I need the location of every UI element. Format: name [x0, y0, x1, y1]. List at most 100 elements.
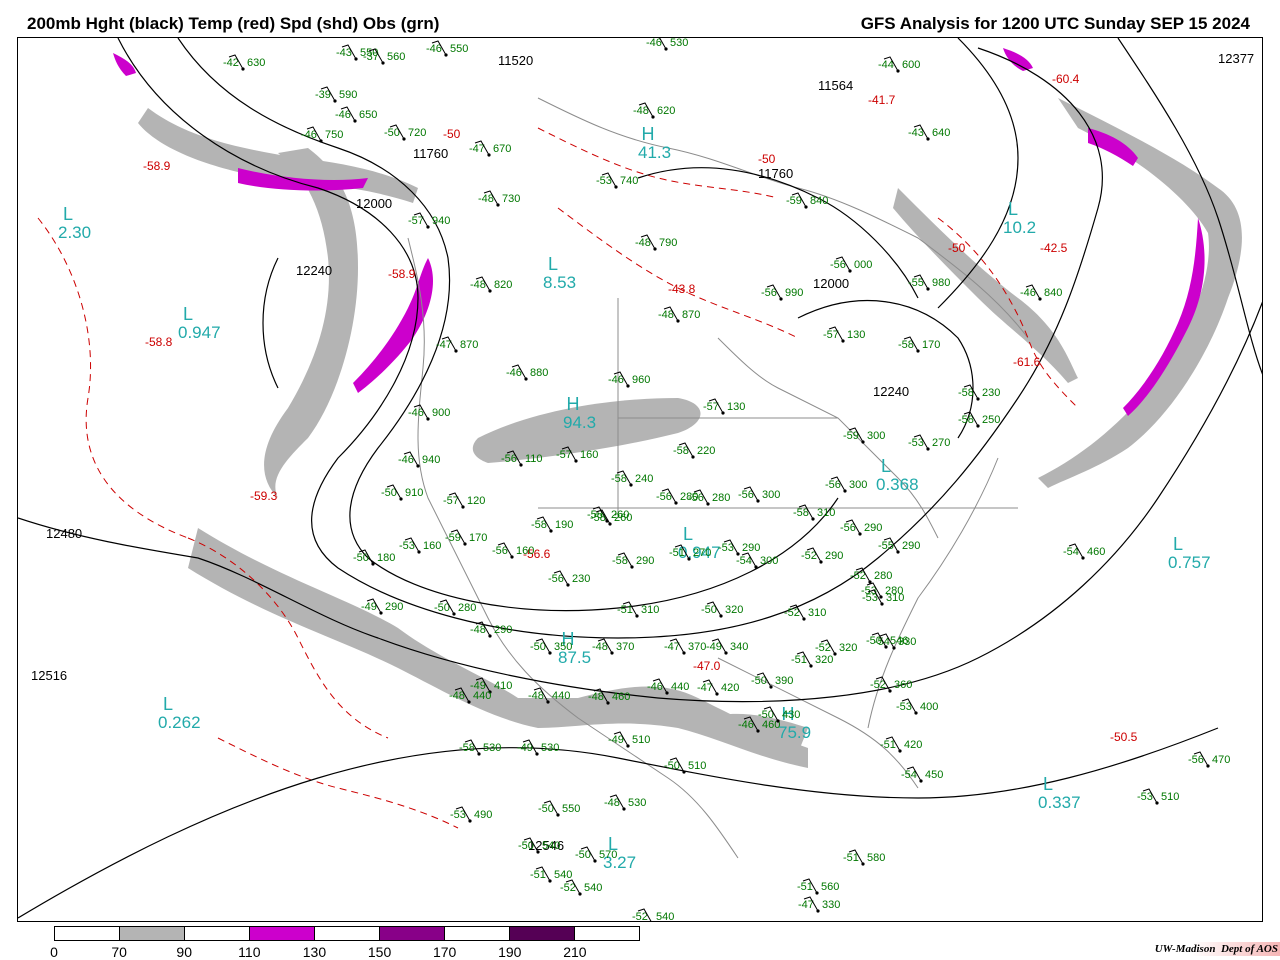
station-height: 420 — [721, 682, 739, 694]
station-height: 460 — [1087, 546, 1105, 558]
speed-center-value: 0.368 — [876, 475, 919, 494]
station-temp: -50 — [575, 849, 591, 861]
station-temp: -50 — [384, 127, 400, 139]
station-temp: -51 — [669, 547, 685, 559]
temperature-label: -42.5 — [1040, 241, 1068, 255]
colorbar-segment — [185, 927, 250, 940]
speed-center-value: 0.337 — [1038, 793, 1081, 812]
station-height: 160 — [516, 545, 534, 557]
station-height: 110 — [525, 453, 543, 465]
station-temp: -50 — [518, 840, 534, 852]
weather-map: 11520 11564 11760 11760 12000 12000 12240 12240… — [17, 37, 1263, 922]
station-temp: -48 — [633, 105, 649, 117]
station-temp: -47 — [469, 143, 485, 155]
station-height: 310 — [641, 604, 659, 616]
speed-center-value: 0.262 — [158, 713, 201, 732]
station-height: 560 — [387, 51, 405, 63]
station-temp: -58 — [531, 519, 547, 531]
station-height: 740 — [620, 175, 638, 187]
station-height: 650 — [359, 109, 377, 121]
station-temp: -58 — [673, 445, 689, 457]
station-temp: -50 — [381, 487, 397, 499]
station-height: 190 — [555, 519, 573, 531]
station-temp: -52 — [850, 570, 866, 582]
station-height: 360 — [894, 679, 912, 691]
station-temp: -56 — [656, 491, 672, 503]
station-height: 290 — [385, 601, 403, 613]
station-temp: -57 — [443, 495, 459, 507]
high-low-marker: H — [642, 124, 655, 144]
station-height: 370 — [616, 641, 634, 653]
station-height: 300 — [762, 489, 780, 501]
station-height: 320 — [839, 642, 857, 654]
station-height: 840 — [1044, 287, 1062, 299]
station-height: 250 — [982, 414, 1000, 426]
station-height: 730 — [502, 193, 520, 205]
height-label: 12000 — [813, 276, 849, 291]
station-temp: -57 — [556, 449, 572, 461]
colorbar-tick-label: 130 — [302, 944, 327, 960]
station-height: 460 — [612, 691, 630, 703]
station-height: 350 — [554, 641, 572, 653]
station-temp: -50 — [530, 641, 546, 653]
station-height: 000 — [854, 259, 872, 271]
station-height: 470 — [1212, 754, 1230, 766]
station-temp: -53 — [1137, 791, 1153, 803]
station-temp: -46 — [738, 719, 754, 731]
height-label: 12240 — [296, 263, 332, 278]
station-temp: -52 — [560, 882, 576, 894]
station-temp: -46 — [1020, 287, 1036, 299]
station-temp: -56 — [688, 492, 704, 504]
station-temp: -46 — [646, 38, 662, 49]
high-low-marker: L — [1043, 774, 1053, 794]
station-height: 530 — [541, 742, 559, 754]
station-height: 230 — [572, 573, 590, 585]
high-low-marker: L — [548, 254, 558, 274]
station-height: 940 — [422, 454, 440, 466]
station-dot — [650, 921, 653, 922]
station-temp: -46 — [647, 681, 663, 693]
height-label: 12000 — [356, 196, 392, 211]
station-temp: -53 — [896, 701, 912, 713]
temperature-label: -58.8 — [145, 335, 173, 349]
temperature-label: -60.4 — [1052, 72, 1080, 86]
station-height: 600 — [902, 59, 920, 71]
colorbar-segment — [575, 927, 639, 940]
station-temp: -46 — [335, 109, 351, 121]
station-temp: -48 — [604, 797, 620, 809]
station-temp: -56 — [840, 522, 856, 534]
station-temp: -58 — [793, 507, 809, 519]
station-temp: -58 — [958, 387, 974, 399]
station-height: 960 — [632, 374, 650, 386]
station-height: 540 — [656, 911, 674, 922]
station-height: 580 — [867, 852, 885, 864]
speed-colorbar — [54, 926, 640, 941]
station-height: 310 — [817, 507, 835, 519]
station-height: 400 — [920, 701, 938, 713]
station-height: 290 — [494, 624, 512, 636]
height-label: 12516 — [31, 668, 67, 683]
station-height: 390 — [775, 675, 793, 687]
station-height: 820 — [494, 279, 512, 291]
station-temp: -58 — [612, 555, 628, 567]
station-temp: -49 — [706, 641, 722, 653]
station-temp: -50 — [758, 709, 774, 721]
height-label: 11520 — [498, 53, 533, 68]
station-height: 130 — [727, 401, 745, 413]
station-temp: -47 — [697, 682, 713, 694]
station-temp: -48 — [588, 691, 604, 703]
station-temp: -53 — [908, 437, 924, 449]
station-height: 300 — [760, 555, 778, 567]
map-title: 200mb Hght (black) Temp (red) Spd (shd) … — [27, 14, 440, 33]
station-height: 240 — [635, 473, 653, 485]
station-height: 990 — [785, 287, 803, 299]
station-height: 560 — [821, 881, 839, 893]
high-low-marker: L — [163, 694, 173, 714]
station-temp: -47 — [798, 899, 814, 911]
station-height: 910 — [405, 487, 423, 499]
station-temp: -46 — [608, 374, 624, 386]
station-height: 540 — [554, 869, 572, 881]
colorbar-segment — [120, 927, 185, 940]
station-height: 900 — [432, 407, 450, 419]
station-height: 420 — [904, 739, 922, 751]
